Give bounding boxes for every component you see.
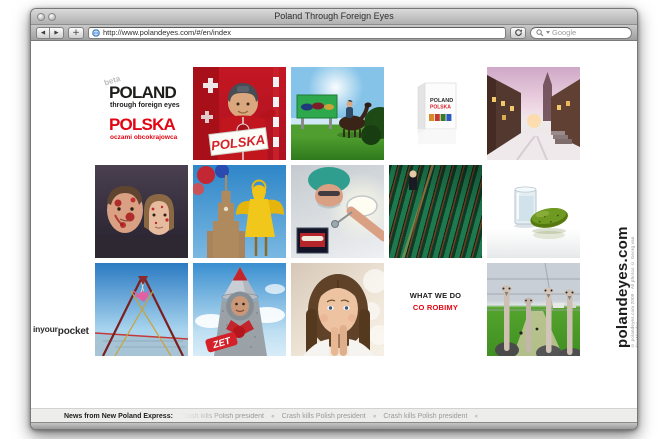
book-photo: POLAND POLSKA [389, 67, 482, 160]
window-title: Poland Through Foreign Eyes [31, 9, 637, 24]
inyourpocket-logo-part2: pocket [58, 326, 89, 337]
angel-photo [193, 165, 286, 258]
search-placeholder: Google [552, 28, 576, 37]
tile-boy-polska[interactable]: POLSKA [193, 67, 286, 160]
tile-dentist[interactable] [291, 165, 384, 258]
tile-pickle-glass[interactable] [487, 165, 580, 258]
url-text: http://www.polandeyes.com/#/en/index [103, 28, 231, 37]
tile-angel-palace[interactable] [193, 165, 286, 258]
inyourpocket-logo-part1: inyour [33, 324, 58, 334]
window-bottom-bar [31, 422, 637, 429]
tile-ostriches[interactable] [487, 263, 580, 356]
address-bar[interactable]: http://www.polandeyes.com/#/en/index [88, 27, 506, 39]
tile-snowy-street[interactable] [487, 67, 580, 160]
page-content: beta POLAND through foreign eyes POLSKA … [31, 42, 637, 408]
brand-subtitle-pl: oczami obcokrajowca [110, 134, 177, 141]
browser-window: Poland Through Foreign Eyes ◀ ▶ + http:/… [30, 8, 638, 430]
girl-photo [291, 263, 384, 356]
pickle-photo [487, 165, 580, 258]
sejm-photo [389, 165, 482, 258]
forward-button[interactable]: ▶ [50, 27, 64, 39]
knight-photo: ZET [193, 263, 286, 356]
tile-brand: beta POLAND through foreign eyes POLSKA … [95, 67, 188, 160]
browser-toolbar: ◀ ▶ + http://www.polandeyes.com/#/en/ind… [31, 25, 637, 41]
ostrich-photo [487, 263, 580, 356]
photo-grid: beta POLAND through foreign eyes POLSKA … [95, 67, 580, 356]
search-options-caret [546, 31, 550, 34]
what-we-do-pl: CO ROBIMY [413, 303, 458, 312]
nav-buttons: ◀ ▶ [36, 27, 64, 39]
window-minimize-button[interactable] [48, 13, 56, 21]
back-button[interactable]: ◀ [36, 27, 50, 39]
globe-icon [92, 29, 100, 37]
reload-button[interactable] [510, 27, 526, 39]
search-icon [536, 29, 544, 37]
ticker-separator-icon: « [474, 413, 478, 420]
ticker-label: News from New Poland Express: [64, 413, 173, 420]
dentist-photo [291, 165, 384, 258]
window-close-button[interactable] [37, 13, 45, 21]
tile-knight-zet[interactable]: ZET [193, 263, 286, 356]
tile-sejm-seats[interactable] [389, 165, 482, 258]
tile-horse-park[interactable] [291, 67, 384, 160]
brand-title-en: POLAND [109, 83, 176, 103]
what-we-do-en: WHAT WE DO [410, 291, 461, 300]
ticker-item[interactable]: Crash kills Polish president [180, 413, 264, 420]
book-cover-subtitle: POLSKA [430, 105, 451, 111]
street-photo [487, 67, 580, 160]
tile-what-we-do[interactable]: WHAT WE DO CO ROBIMY [389, 263, 482, 356]
tile-bungee-ride[interactable] [95, 263, 188, 356]
news-ticker: News from New Poland Express: Crash kill… [31, 408, 637, 423]
tile-couple-faces[interactable] [95, 165, 188, 258]
horse-photo [291, 67, 384, 160]
inyourpocket-logo[interactable]: inyourpocket [33, 319, 89, 337]
reload-icon [514, 28, 523, 37]
brand-subtitle-en: through foreign eyes [110, 102, 180, 109]
boy-polska-photo: POLSKA [193, 67, 286, 160]
bungee-photo [95, 263, 188, 356]
ticker-separator-icon: « [271, 413, 275, 420]
search-field[interactable]: Google [530, 27, 632, 39]
ticker-item[interactable]: Crash kills Polish president [383, 413, 467, 420]
copyright-credit-vertical: © polandeyes.com 2009 · All photos © Geo… [630, 229, 637, 348]
brand-title-pl: POLSKA [109, 115, 175, 135]
ticker-separator-icon: « [373, 413, 377, 420]
add-bookmark-button[interactable]: + [68, 27, 84, 39]
tile-praying-girl[interactable] [291, 263, 384, 356]
title-bar[interactable]: Poland Through Foreign Eyes [31, 9, 637, 25]
ticker-item[interactable]: Crash kills Polish president [282, 413, 366, 420]
couple-photo [95, 165, 188, 258]
tile-book[interactable]: POLAND POLSKA [389, 67, 482, 160]
book-cover-title: POLAND [430, 98, 453, 104]
